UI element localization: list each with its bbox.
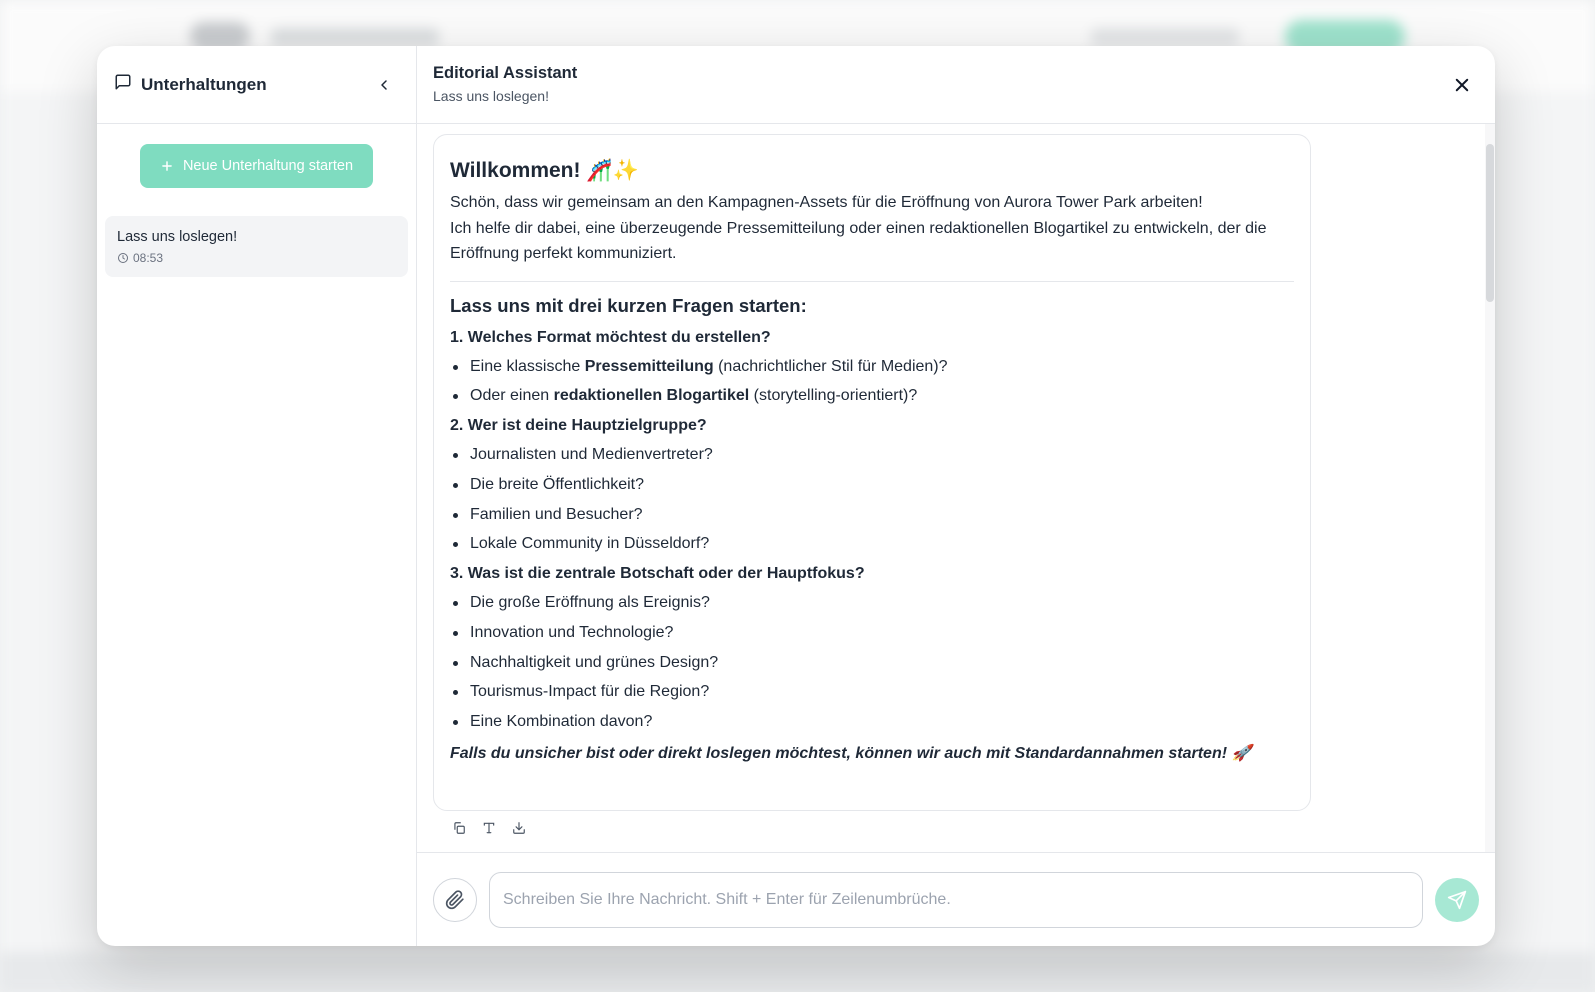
message-area[interactable]: Willkommen! 🎢✨ Schön, dass wir gemeinsam…	[417, 124, 1495, 852]
list-item: Familien und Besucher?	[450, 505, 1294, 525]
welcome-text: Willkommen!	[450, 159, 581, 182]
conversation-time: 08:53	[133, 251, 164, 265]
chat-subtitle: Lass uns loslegen!	[433, 88, 549, 104]
assistant-name: Editorial Assistant	[433, 64, 578, 82]
message-actions	[451, 820, 527, 836]
list-item: Innovation und Technologie?	[450, 623, 1294, 643]
conversation-title: Lass uns loslegen!	[117, 229, 238, 245]
questions-heading: Lass uns mit drei kurzen Fragen starten:	[450, 294, 807, 316]
list-item: Nachhaltigkeit und grünes Design?	[450, 653, 1294, 673]
sidebar-title: Unterhaltungen	[141, 74, 267, 94]
download-button[interactable]	[511, 820, 527, 836]
list-item: Eine Kombination davon?	[450, 712, 1294, 732]
assistant-message: Willkommen! 🎢✨ Schön, dass wir gemeinsam…	[433, 134, 1311, 811]
format-text-button[interactable]	[481, 820, 497, 836]
text-icon	[483, 822, 495, 834]
question-2-title: 2. Wer ist deine Hauptzielgruppe?	[450, 417, 707, 435]
message-input[interactable]	[489, 871, 1423, 928]
message-divider	[450, 280, 1294, 282]
chat-header: Editorial Assistant Lass uns loslegen!	[417, 46, 1495, 124]
chat-main: Editorial Assistant Lass uns loslegen! W…	[417, 46, 1495, 946]
chat-bubble-icon	[114, 73, 132, 96]
list-item: Die große Eröffnung als Ereignis?	[450, 593, 1294, 613]
intro-paragraph: Schön, dass wir gemeinsam an den Kampagn…	[450, 190, 1294, 267]
scrollbar-thumb[interactable]	[1486, 144, 1494, 302]
sidebar-title-group: Unterhaltungen	[114, 73, 267, 96]
list-item: Die breite Öffentlichkeit?	[450, 475, 1294, 495]
new-conversation-button[interactable]: Neue Unterhaltung starten	[140, 144, 373, 188]
conversation-list: Lass uns loslegen! 08:53	[97, 188, 416, 277]
question-1-options: Eine klassische Pressemitteilung (nachri…	[450, 357, 1294, 407]
message-outro: Falls du unsicher bist oder direkt losle…	[450, 745, 1252, 762]
welcome-emoji: 🎢✨	[586, 159, 639, 182]
chevron-left-icon	[381, 79, 387, 90]
copy-button[interactable]	[451, 820, 467, 836]
paperclip-icon	[445, 889, 464, 909]
background-nav	[270, 28, 440, 46]
attach-button[interactable]	[433, 877, 477, 922]
list-item: Eine klassische Pressemitteilung (nachri…	[450, 357, 1294, 377]
collapse-sidebar-button[interactable]	[370, 71, 398, 99]
list-item: Journalisten und Medienvertreter?	[450, 445, 1294, 465]
new-conversation-label: Neue Unterhaltung starten	[182, 158, 354, 174]
download-icon	[513, 822, 525, 834]
background-nav-right	[1090, 28, 1240, 46]
assistant-modal: Unterhaltungen Neue Unterhaltung starten…	[97, 46, 1495, 946]
scrollbar[interactable]	[1485, 124, 1495, 852]
plus-icon	[162, 161, 172, 171]
intro-line-2: Ich helfe dir dabei, eine überzeugende P…	[450, 219, 1267, 263]
list-item: Tourismus-Impact für die Region?	[450, 682, 1294, 702]
question-3-options: Die große Eröffnung als Ereignis? Innova…	[450, 593, 1294, 732]
clock-icon	[118, 253, 128, 263]
new-chat-container: Neue Unterhaltung starten	[97, 124, 416, 188]
close-icon	[1455, 78, 1469, 92]
list-item: Oder einen redaktionellen Blogartikel (s…	[450, 386, 1294, 406]
conversation-sidebar: Unterhaltungen Neue Unterhaltung starten…	[97, 46, 417, 946]
question-1-title: 1. Welches Format möchtest du erstellen?	[450, 328, 771, 346]
send-icon	[1447, 890, 1467, 909]
message-heading: Willkommen! 🎢✨	[450, 159, 1294, 183]
conversation-item[interactable]: Lass uns loslegen! 08:53	[105, 216, 408, 277]
sidebar-header: Unterhaltungen	[97, 46, 416, 124]
send-button[interactable]	[1435, 877, 1479, 922]
conversation-meta: 08:53	[117, 251, 396, 265]
message-composer	[417, 852, 1495, 946]
copy-icon	[454, 822, 465, 834]
question-2-options: Journalisten und Medienvertreter? Die br…	[450, 445, 1294, 554]
question-3-title: 3. Was ist die zentrale Botschaft oder d…	[450, 565, 865, 583]
background-footer	[0, 952, 1595, 992]
intro-line-1: Schön, dass wir gemeinsam an den Kampagn…	[450, 194, 1203, 211]
list-item: Lokale Community in Düsseldorf?	[450, 534, 1294, 554]
close-modal-button[interactable]	[1449, 72, 1475, 98]
